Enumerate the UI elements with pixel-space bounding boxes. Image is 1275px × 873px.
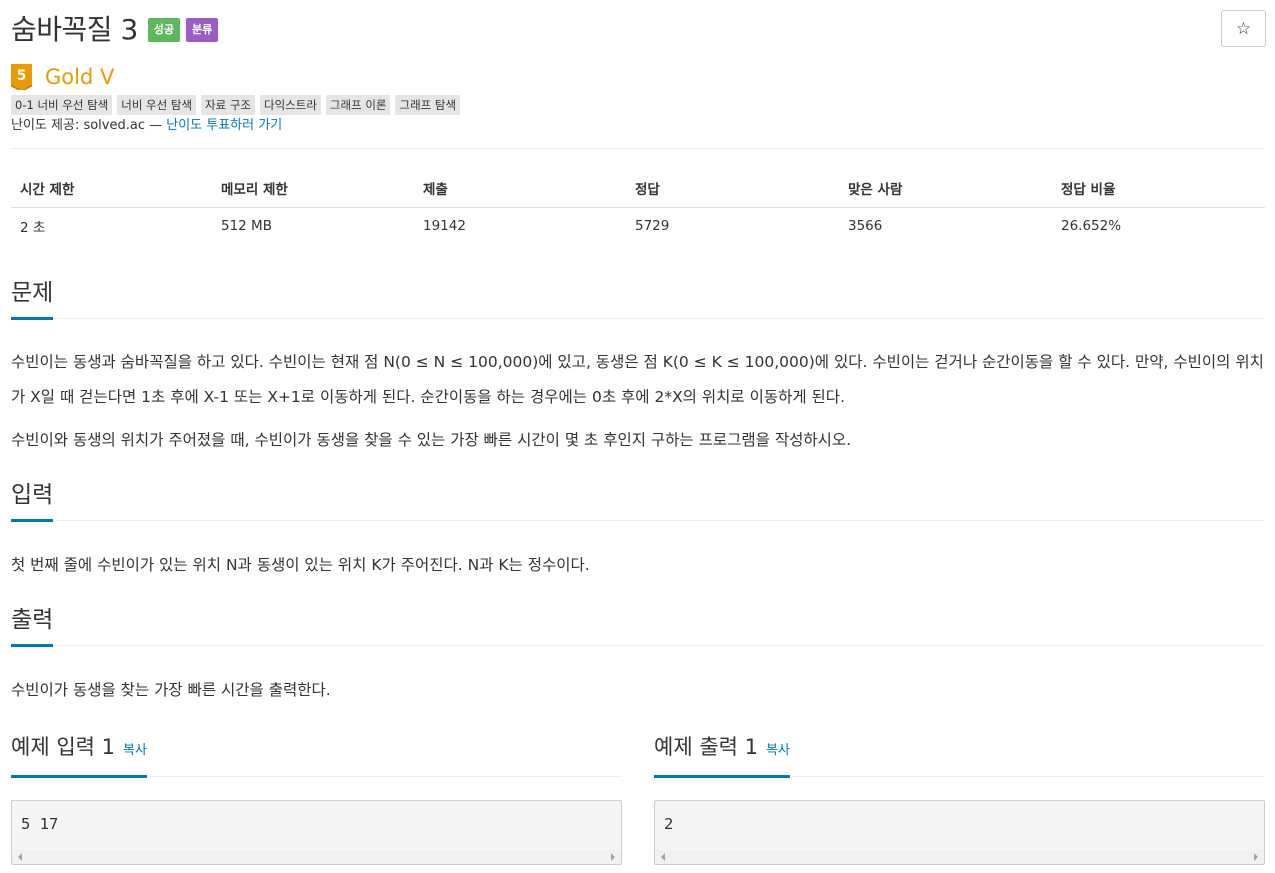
header-accepted: 정답 [626, 170, 839, 208]
algorithm-tags: 0-1 너비 우선 탐색 너비 우선 탐색 자료 구조 다익스트라 그래프 이론… [11, 95, 465, 115]
section-title: 문제 [11, 278, 54, 320]
scroll-right-icon[interactable] [1254, 853, 1258, 861]
sample-output-content: 2 [664, 815, 674, 833]
sample-input-content: 5 17 [21, 815, 59, 833]
tier-row: 5 Gold V [11, 64, 114, 90]
table-header-row: 시간 제한 메모리 제한 제출 정답 맞은 사람 정답 비율 [11, 170, 1265, 208]
time-limit-value: 2 초 [20, 219, 46, 236]
tag-item[interactable]: 너비 우선 탐색 [117, 95, 197, 115]
accepted-value[interactable]: 5729 [626, 207, 839, 244]
tier-level: 5 [17, 68, 27, 84]
favorite-button[interactable]: ☆ [1221, 10, 1266, 47]
divider [11, 148, 1265, 149]
provider-text: 난이도 제공: solved.ac — [11, 118, 163, 133]
input-description: 첫 번째 줄에 수빈이가 있는 위치 N과 동생이 있는 위치 K가 주어진다.… [11, 556, 590, 574]
section-title: 입력 [11, 480, 54, 522]
sample-input-title: 예제 입력 1 복사 [11, 732, 147, 778]
title-row: 숨바꼭질 3 성공 분류 [11, 12, 219, 48]
solvers-value[interactable]: 3566 [839, 207, 1052, 244]
scroll-right-icon[interactable] [611, 853, 615, 861]
problem-page: 숨바꼭질 3 성공 분류 ☆ 5 Gold V 0-1 너비 우선 탐색 너비 … [0, 0, 1275, 873]
section-title: 출력 [11, 605, 54, 647]
gold-tier-icon: 5 [11, 64, 32, 90]
vote-difficulty-link[interactable]: 난이도 투표하러 가기 [166, 118, 282, 133]
header-memory-limit: 메모리 제한 [212, 170, 414, 208]
memory-limit-value: 512 MB [221, 217, 272, 234]
difficulty-provider: 난이도 제공: solved.ac — 난이도 투표하러 가기 [11, 117, 282, 135]
copy-input-button[interactable]: 복사 [123, 743, 147, 758]
section-divider [11, 318, 1265, 319]
scroll-left-icon[interactable] [18, 853, 22, 861]
scroll-left-icon[interactable] [661, 853, 665, 861]
problem-description: 수빈이는 동생과 숨바꼭질을 하고 있다. 수빈이는 현재 점 N(0 ≤ N … [11, 353, 1264, 406]
tag-item[interactable]: 자료 구조 [201, 95, 256, 115]
tag-item[interactable]: 다익스트라 [260, 95, 321, 115]
sample-input-title-text: 예제 입력 1 [11, 735, 115, 759]
sample-output-title: 예제 출력 1 복사 [654, 732, 790, 778]
sample-input-box: 5 17 [11, 800, 622, 865]
status-badge-classify[interactable]: 분류 [186, 18, 219, 42]
header-time-limit: 시간 제한 [11, 170, 212, 208]
tag-item[interactable]: 그래프 탐색 [395, 95, 461, 115]
input-section-header: 입력 [11, 480, 1265, 522]
problem-description-2: 수빈이와 동생의 위치가 주어졌을 때, 수빈이가 동생을 찾을 수 있는 가장… [11, 431, 852, 449]
horizontal-scrollbar[interactable] [12, 850, 621, 864]
sample-output-box: 2 [654, 800, 1265, 865]
header-submissions: 제출 [414, 170, 626, 208]
problem-section-header: 문제 [11, 278, 1265, 320]
page-title: 숨바꼭질 3 [11, 13, 138, 46]
sample-output-header: 예제 출력 1 복사 [654, 732, 1265, 778]
sample-output-title-text: 예제 출력 1 [654, 735, 758, 759]
problem-info-table: 시간 제한 메모리 제한 제출 정답 맞은 사람 정답 비율 2 초 512 M… [11, 170, 1265, 244]
header-solvers: 맞은 사람 [839, 170, 1052, 208]
section-divider [11, 645, 1265, 646]
tier-name[interactable]: Gold V [45, 64, 114, 90]
star-icon: ☆ [1235, 18, 1252, 39]
tag-item[interactable]: 0-1 너비 우선 탐색 [11, 95, 113, 115]
output-section-header: 출력 [11, 605, 1265, 647]
submissions-value[interactable]: 19142 [414, 207, 626, 244]
header-ratio: 정답 비율 [1052, 170, 1265, 208]
tag-item[interactable]: 그래프 이론 [325, 95, 391, 115]
sample-input-header: 예제 입력 1 복사 [11, 732, 622, 778]
status-badge-success[interactable]: 성공 [147, 18, 181, 42]
copy-output-button[interactable]: 복사 [766, 743, 790, 758]
section-divider [11, 520, 1265, 521]
table-row: 2 초 512 MB 19142 5729 3566 26.652% [11, 207, 1265, 244]
horizontal-scrollbar[interactable] [655, 850, 1264, 864]
ratio-value: 26.652% [1061, 217, 1122, 234]
output-description: 수빈이가 동생을 찾는 가장 빠른 시간을 출력한다. [11, 681, 331, 699]
